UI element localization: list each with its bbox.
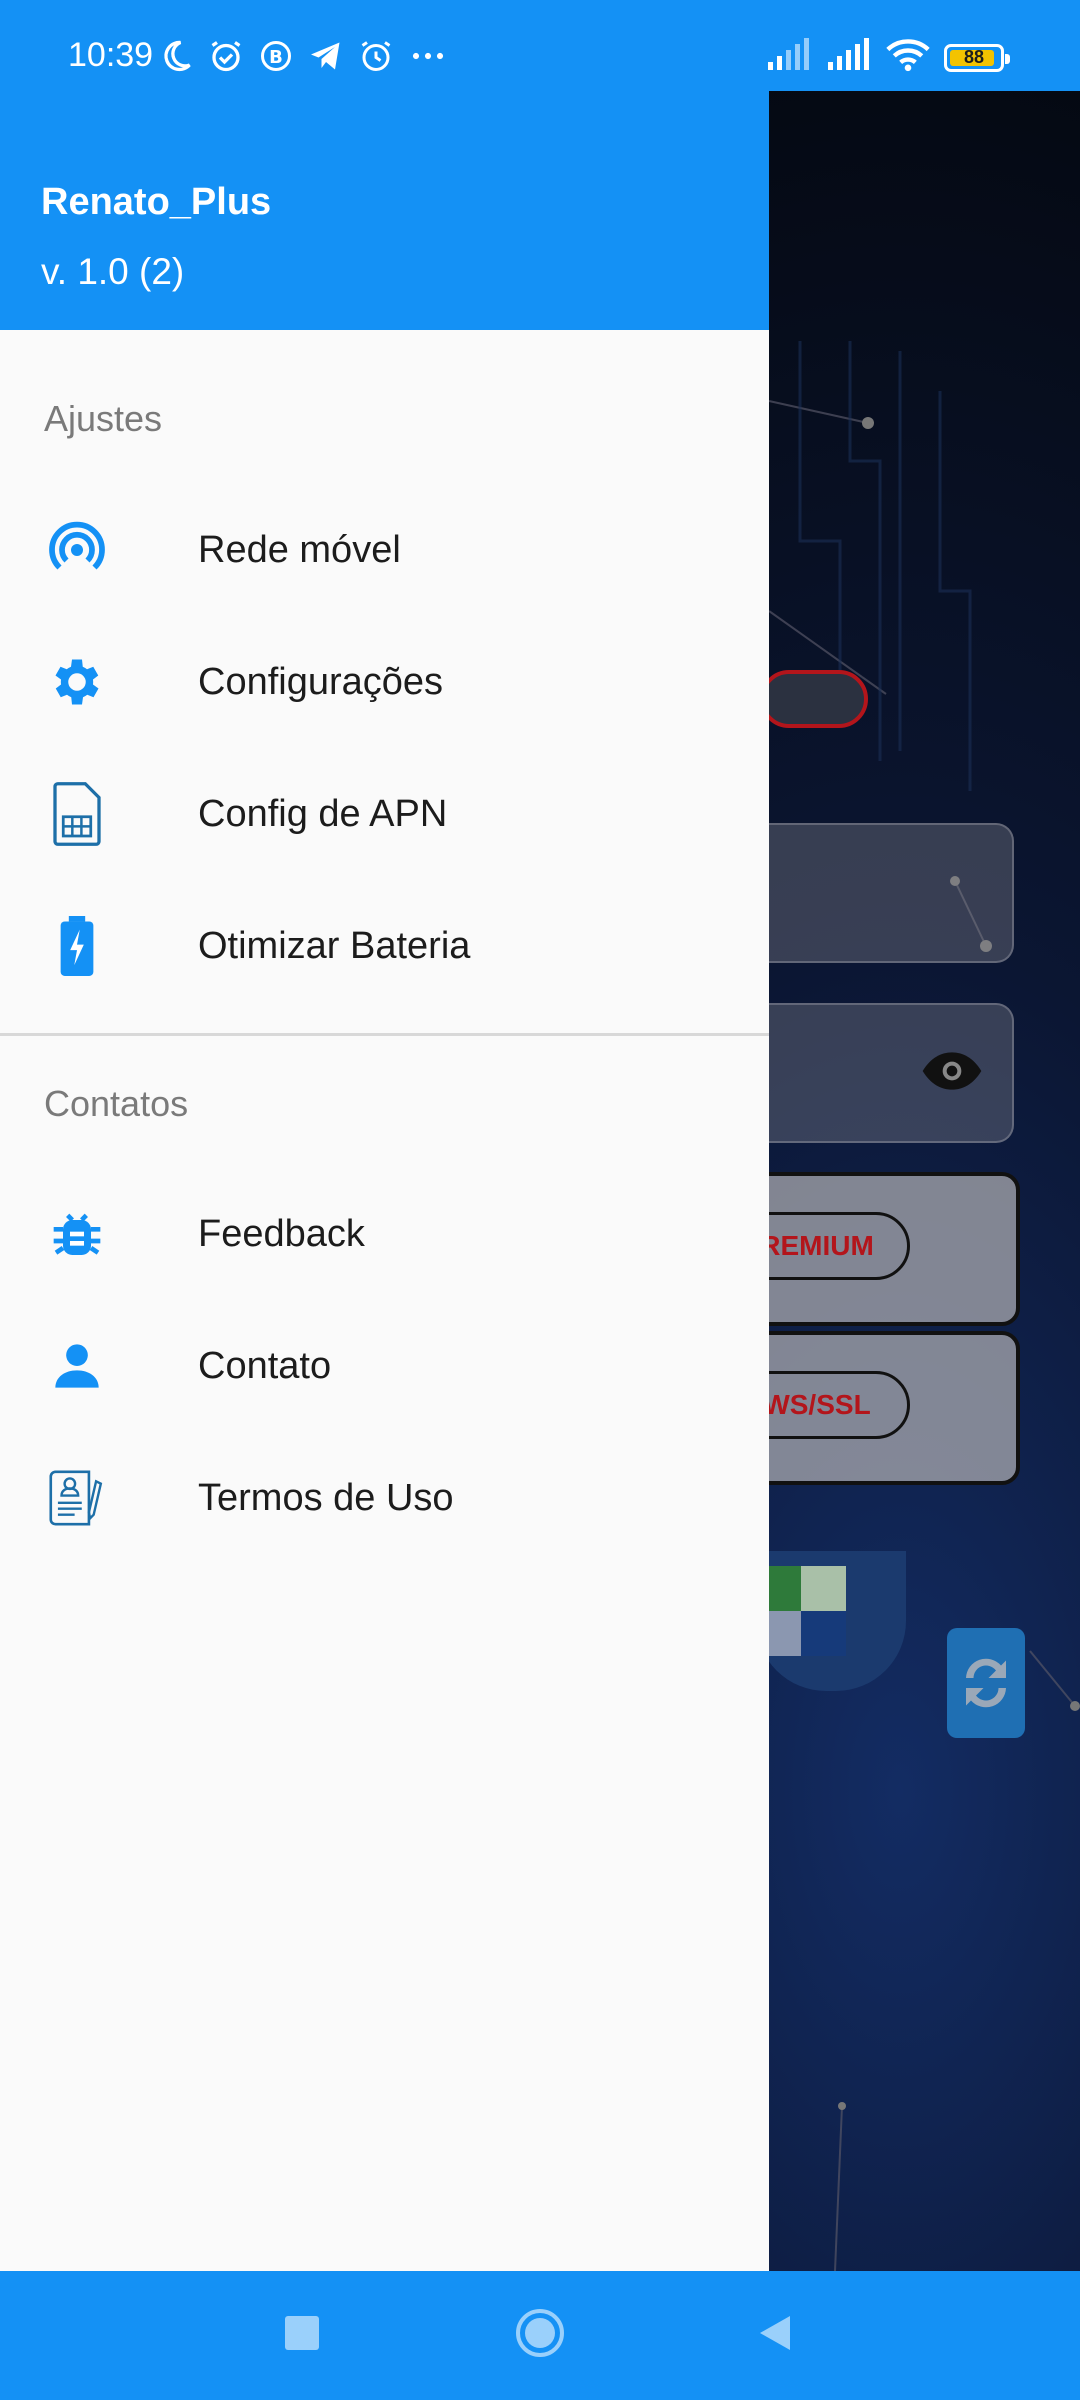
background-card <box>740 823 1014 963</box>
drawer-header: Renato_Plus v. 1.0 (2) <box>0 91 769 330</box>
navigation-drawer: Renato_Plus v. 1.0 (2) Ajustes Rede móve… <box>0 91 769 2271</box>
person-icon <box>44 1333 110 1399</box>
wifi-icon <box>886 38 930 77</box>
menu-item-rede-movel[interactable]: Rede móvel <box>0 484 769 616</box>
circle-icon <box>515 2308 565 2363</box>
recents-button[interactable] <box>262 2271 342 2400</box>
menu-item-otimizar-bateria[interactable]: Otimizar Bateria <box>0 880 769 1012</box>
menu-label: Configurações <box>198 660 444 703</box>
document-icon <box>44 1465 110 1531</box>
menu-item-termos-de-uso[interactable]: Termos de Uso <box>0 1432 769 1564</box>
sim-card-icon <box>44 781 110 847</box>
background-refresh-button <box>947 1628 1025 1738</box>
moon-icon <box>158 38 194 74</box>
section-title-ajustes: Ajustes <box>44 398 163 439</box>
menu-item-config-de-apn[interactable]: Config de APN <box>0 748 769 880</box>
background-avatar <box>756 1551 906 1691</box>
bug-icon <box>44 1201 110 1267</box>
menu-label: Otimizar Bateria <box>198 924 471 967</box>
home-button[interactable] <box>500 2271 580 2400</box>
menu-label: Termos de Uso <box>198 1476 454 1519</box>
signal-icon <box>826 38 872 77</box>
b-badge-icon: B <box>258 38 294 74</box>
notification-icons: B <box>158 38 448 74</box>
svg-text:B: B <box>269 47 283 68</box>
system-navigation-bar <box>0 2271 1080 2400</box>
signal-icon <box>766 38 812 77</box>
more-dots-icon <box>408 38 448 74</box>
background-card: REMIUM <box>724 1172 1020 1326</box>
section-title-contatos: Contatos <box>44 1083 189 1124</box>
background-card: WS/SSL <box>724 1331 1020 1485</box>
triangle-back-icon <box>758 2314 792 2357</box>
telegram-icon <box>308 38 344 74</box>
menu-label: Rede móvel <box>198 528 401 571</box>
battery-icon: 88 <box>944 43 1010 72</box>
eye-icon <box>920 1049 984 1098</box>
background-card <box>740 1003 1014 1143</box>
menu-item-configuracoes[interactable]: Configurações <box>0 616 769 748</box>
status-time: 10:39 <box>68 36 154 74</box>
battery-level: 88 <box>963 47 985 67</box>
status-bar: 10:39 B 88 <box>0 0 1080 91</box>
square-icon <box>285 2316 319 2355</box>
app-name: Renato_Plus <box>41 181 272 223</box>
section-divider <box>0 1033 769 1036</box>
back-button[interactable] <box>735 2271 815 2400</box>
alarm-icon <box>208 38 244 74</box>
system-icons: 88 <box>766 38 1010 77</box>
gear-icon <box>44 649 110 715</box>
menu-item-contato[interactable]: Contato <box>0 1300 769 1432</box>
menu-label: Config de APN <box>198 792 448 835</box>
background-rocket-pill <box>760 670 868 728</box>
menu-label: Contato <box>198 1344 332 1387</box>
alarm-clock-icon <box>358 38 394 74</box>
battery-charging-icon <box>44 913 110 979</box>
app-version: v. 1.0 (2) <box>41 251 185 292</box>
menu-label: Feedback <box>198 1212 365 1255</box>
menu-item-feedback[interactable]: Feedback <box>0 1168 769 1300</box>
signal-tower-icon <box>44 517 110 583</box>
